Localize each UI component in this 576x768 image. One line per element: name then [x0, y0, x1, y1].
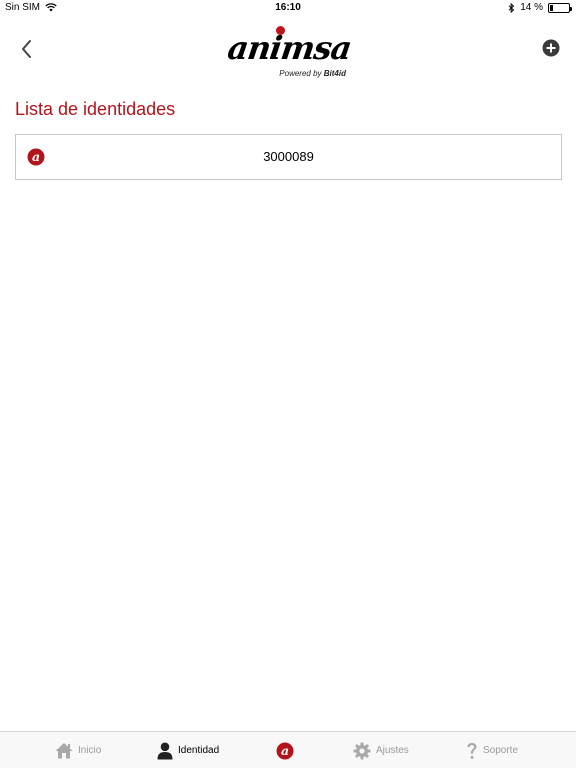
bluetooth-icon [508, 2, 515, 13]
identity-row[interactable]: a 3000089 [15, 134, 562, 180]
status-bar: Sin SIM 16:10 14 % [0, 0, 576, 16]
tab-soporte[interactable]: Soporte [466, 732, 518, 768]
animsa-logo: animsa Powered by Bit4id [225, 26, 354, 78]
status-time: 16:10 [275, 2, 301, 13]
tab-inicio[interactable]: Inicio [55, 732, 101, 768]
back-button[interactable] [16, 36, 38, 62]
plus-circle-icon [542, 39, 560, 57]
status-right: 14 % [508, 2, 572, 13]
battery-percent: 14 % [520, 2, 543, 13]
tab-label: Ajustes [376, 745, 409, 756]
identity-id: 3000089 [263, 149, 314, 164]
battery-icon [548, 2, 572, 13]
tab-animsa[interactable]: a [276, 732, 294, 768]
home-icon [55, 743, 73, 759]
gear-icon [353, 742, 371, 759]
tab-ajustes[interactable]: Ajustes [353, 732, 409, 768]
tab-identidad[interactable]: Identidad [157, 732, 219, 768]
header: animsa Powered by Bit4id [0, 16, 576, 78]
question-icon [467, 742, 477, 759]
svg-text:a: a [281, 743, 289, 758]
tab-label: Inicio [78, 745, 102, 756]
logo-dot [276, 26, 285, 35]
battery-level [550, 4, 553, 11]
page-title: Lista de identidades [15, 99, 176, 119]
tab-label: Identidad [178, 745, 220, 756]
powered-by-prefix: Powered by [279, 69, 324, 78]
powered-by-label: Powered by Bit4id [279, 69, 346, 78]
tab-label: Soporte [483, 745, 519, 756]
powered-by-brand: Bit4id [323, 69, 346, 78]
person-icon [157, 742, 173, 759]
tab-bar: Inicio Identidad a Ajustes Soporte [0, 731, 576, 768]
logo-wordmark: animsa [225, 29, 354, 67]
identity-list: a 3000089 [15, 134, 562, 180]
animsa-logo-icon: a [276, 742, 294, 759]
chevron-left-icon [22, 40, 31, 58]
add-identity-button[interactable] [542, 39, 560, 57]
